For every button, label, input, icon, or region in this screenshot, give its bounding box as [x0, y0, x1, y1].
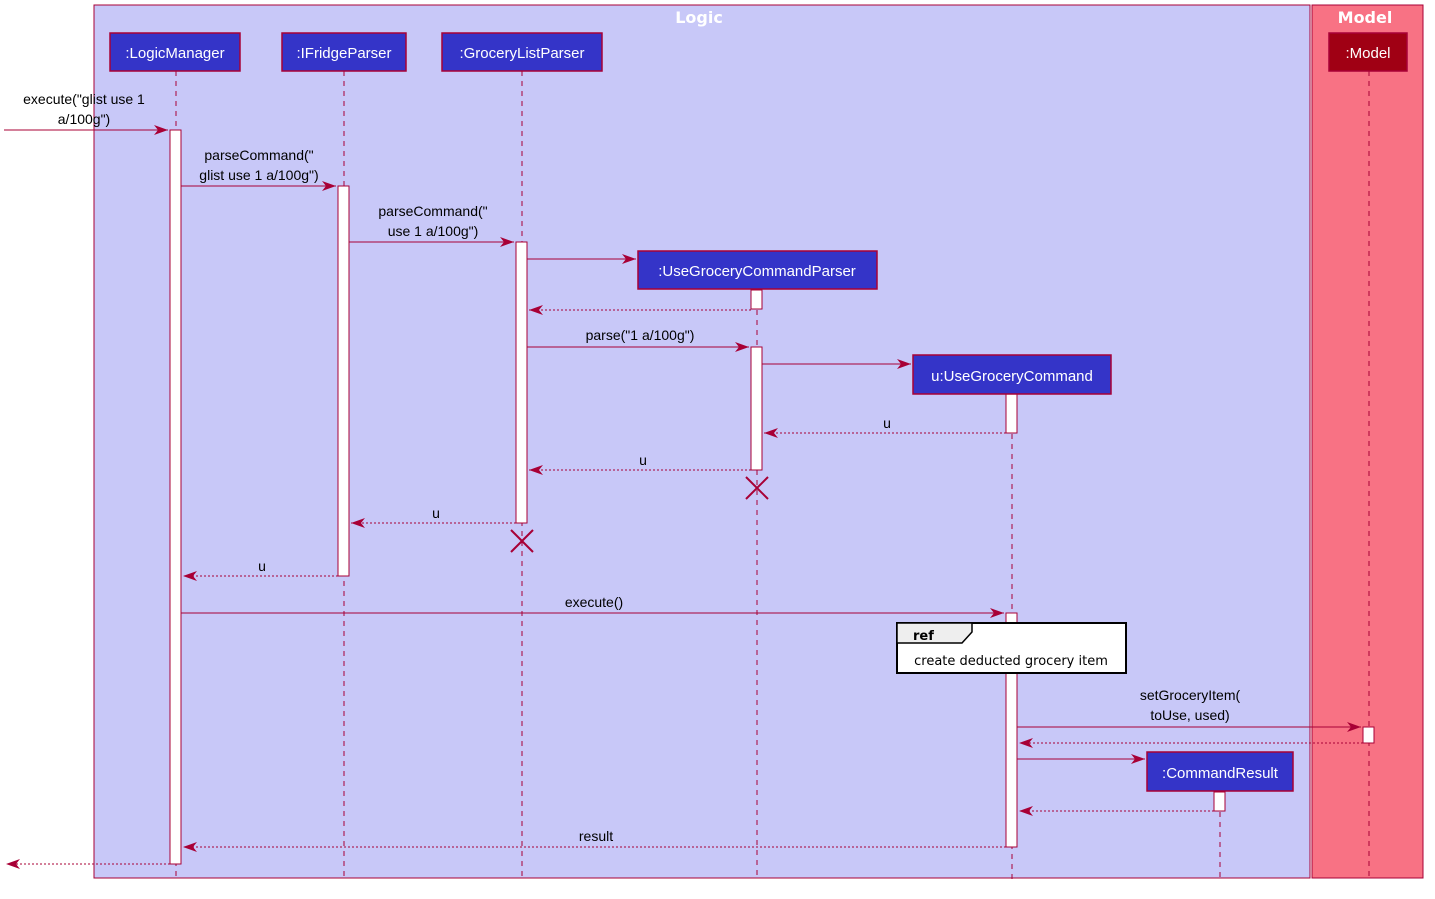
message-label: result	[579, 828, 613, 844]
participant-label: :Model	[1345, 45, 1390, 62]
model-box-background	[1311, 4, 1424, 879]
participant-logic-manager[interactable]: :LogicManager	[109, 32, 241, 72]
participant-label: :UseGroceryCommandParser	[658, 263, 856, 280]
activation-model	[1362, 726, 1375, 744]
message-label: u	[883, 415, 891, 431]
ref-frame[interactable]: ref create deducted grocery item	[896, 622, 1127, 674]
message-label: u	[639, 452, 647, 468]
model-box-title: Model	[1338, 8, 1393, 27]
message-label: setGroceryItem(	[1140, 687, 1241, 703]
message-label: use 1 a/100g")	[388, 223, 479, 239]
participant-label: :IFridgeParser	[296, 45, 391, 62]
activation-ifridge-parser	[337, 185, 350, 577]
ref-frame-tag	[896, 622, 973, 644]
logic-box-title: Logic	[675, 8, 723, 27]
message-label: toUse, used)	[1150, 707, 1229, 723]
message-label: u	[258, 558, 266, 574]
box-logic: Logic	[93, 4, 1311, 879]
participant-label: :GroceryListParser	[459, 45, 584, 62]
message-label: parse("1 a/100g")	[586, 327, 695, 343]
box-model: Model	[1311, 4, 1424, 879]
message-label: a/100g")	[58, 111, 110, 127]
activation-logic-manager	[169, 129, 182, 865]
ref-frame-tag-label: ref	[913, 629, 934, 644]
sequence-diagram: Logic Model :LogicManager :IFridgeParser…	[4, 4, 1424, 880]
participant-label: :LogicManager	[125, 45, 224, 62]
ref-frame-text: create deducted grocery item	[914, 654, 1108, 669]
message-label: execute()	[565, 594, 623, 610]
activation-grocery-list-parser	[515, 241, 528, 524]
participant-model[interactable]: :Model	[1328, 32, 1408, 72]
participant-label: u:UseGroceryCommand	[931, 368, 1093, 385]
activation-ugcp-parse	[750, 346, 763, 471]
participant-command-result[interactable]: :CommandResult	[1146, 751, 1294, 792]
message-label: execute("glist use 1	[23, 91, 145, 107]
participant-label: :CommandResult	[1162, 765, 1279, 782]
participant-ifridge-parser[interactable]: :IFridgeParser	[281, 32, 407, 72]
activation-ugcp-create	[750, 289, 763, 310]
message-label: parseCommand("	[204, 147, 313, 163]
participant-use-grocery-command-parser[interactable]: :UseGroceryCommandParser	[637, 250, 878, 290]
participant-use-grocery-command[interactable]: u:UseGroceryCommand	[912, 354, 1112, 395]
activation-command-result	[1213, 791, 1226, 812]
message-label: glist use 1 a/100g")	[199, 167, 318, 183]
message-label: parseCommand("	[378, 203, 487, 219]
activation-ugc-create	[1005, 393, 1018, 434]
message-label: u	[432, 505, 440, 521]
participant-grocery-list-parser[interactable]: :GroceryListParser	[441, 32, 603, 72]
logic-box-background	[93, 4, 1311, 879]
